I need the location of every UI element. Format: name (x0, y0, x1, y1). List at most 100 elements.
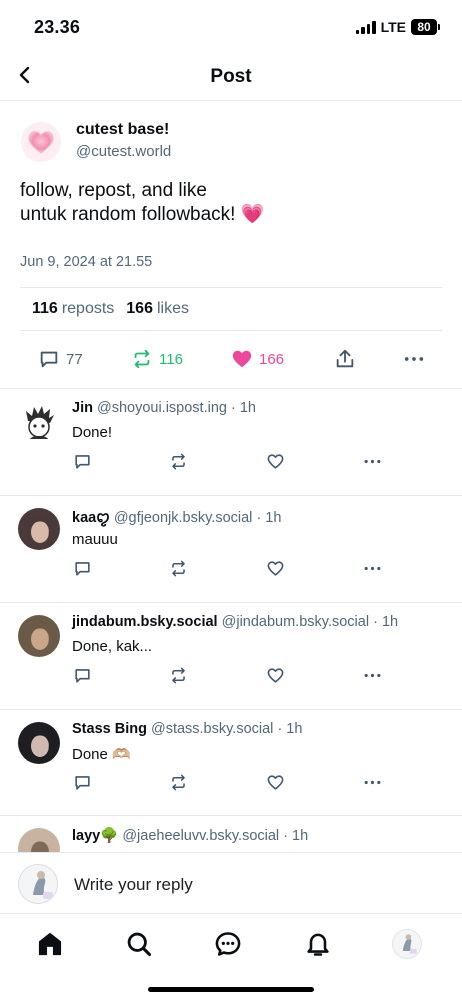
avatar[interactable] (18, 722, 60, 764)
post-actions: 77 116 166 (0, 332, 462, 389)
reply-time: · 1h (277, 721, 303, 737)
post-author[interactable]: cutest base! @cutest.world (20, 121, 440, 171)
reply-actions (72, 665, 392, 687)
avatar (18, 864, 58, 904)
reply-more-button[interactable] (362, 772, 382, 792)
reply-repost-button[interactable] (168, 558, 188, 578)
tab-chat[interactable] (213, 929, 243, 959)
reply-author-handle[interactable]: @gfjeonjk.bsky.social (114, 510, 253, 526)
tab-profile[interactable] (392, 929, 422, 959)
avatar[interactable] (18, 401, 60, 443)
author-name[interactable]: cutest base! (76, 121, 169, 139)
author-handle[interactable]: @cutest.world (76, 143, 171, 160)
more-icon (404, 357, 424, 361)
repost-icon (134, 349, 150, 369)
search-icon (127, 932, 152, 957)
user-avatar-icon (19, 865, 57, 903)
reply-author-handle[interactable]: @jindabum.bsky.social (222, 614, 369, 630)
reply-more-button[interactable] (362, 665, 382, 685)
reply-button[interactable]: 77 (38, 348, 83, 370)
reply-input[interactable]: Write your reply (74, 875, 193, 895)
reply-author-handle[interactable]: @shoyoui.ispost.ing (97, 400, 227, 416)
reply-time: · 1h (373, 614, 399, 630)
post-text-line: follow, repost, and like (20, 180, 207, 201)
reply-author-handle[interactable]: @stass.bsky.social (151, 721, 273, 737)
repost-icon (171, 560, 185, 576)
avatar[interactable] (18, 508, 60, 550)
reply-actions (72, 451, 392, 473)
comment-icon (40, 351, 58, 368)
reply-like-button[interactable] (265, 451, 285, 471)
page-title: Post (210, 66, 252, 87)
tab-notifications[interactable] (303, 929, 333, 959)
battery-level: 80 (411, 19, 437, 35)
avatar[interactable] (18, 615, 60, 657)
reply-header: Stass Bing @stass.bsky.social · 1h (72, 721, 302, 737)
reply-comment-button[interactable] (72, 665, 92, 685)
reply-author-handle[interactable]: @jaeheeluvv.bsky.social (122, 828, 279, 844)
heart-icon (267, 667, 283, 683)
heart-icon (267, 560, 283, 576)
more-icon (364, 673, 380, 677)
post-text-line: untuk random followback! 💗 (20, 204, 265, 225)
reply-more-button[interactable] (362, 451, 382, 471)
reposts-stat[interactable]: 116 reposts (32, 300, 114, 318)
post-date: Jun 9, 2024 at 21.55 (20, 254, 153, 270)
signal-icon (355, 20, 376, 34)
reply-author-name[interactable]: kaaꨄ︎ (72, 510, 110, 526)
heart-icon (267, 453, 283, 469)
reply-item[interactable]: Jin @shoyoui.ispost.ing · 1h Done! (0, 389, 462, 496)
repost-button[interactable]: 116 (131, 348, 183, 370)
avatar[interactable] (20, 121, 62, 163)
reply-comment-button[interactable] (72, 451, 92, 471)
reposts-count: 116 (32, 300, 58, 317)
reply-author-name[interactable]: Jin (72, 400, 93, 416)
reply-count: 77 (66, 350, 83, 368)
reply-repost-button[interactable] (168, 451, 188, 471)
reply-time: · 1h (231, 400, 256, 416)
reply-text: mauuu (72, 531, 118, 548)
reposts-label: reposts (61, 300, 115, 317)
comment-icon (74, 454, 90, 469)
reply-item[interactable]: Stass Bing @stass.bsky.social · 1h Done … (0, 710, 462, 816)
share-button[interactable] (334, 348, 356, 370)
reply-comment-button[interactable] (72, 558, 92, 578)
reply-author-name[interactable]: Stass Bing (72, 721, 147, 737)
likes-label: likes (156, 300, 189, 317)
home-indicator (148, 987, 314, 992)
chat-icon (215, 932, 241, 956)
reply-comment-button[interactable] (72, 772, 92, 792)
heart-filled-icon (232, 350, 252, 368)
likes-count: 166 (126, 300, 153, 317)
reply-actions (72, 558, 392, 580)
tab-search[interactable] (124, 929, 154, 959)
share-icon (336, 349, 354, 368)
likes-stat[interactable]: 166 likes (126, 300, 189, 318)
tab-home[interactable] (35, 929, 65, 959)
reply-header: jindabum.bsky.social @jindabum.bsky.soci… (72, 614, 398, 630)
reply-composer[interactable]: Write your reply (0, 852, 462, 914)
reply-repost-button[interactable] (168, 665, 188, 685)
reply-time: · 1h (256, 510, 282, 526)
status-indicators: LTE 80 (355, 19, 440, 35)
comment-icon (74, 561, 90, 576)
reply-item[interactable]: jindabum.bsky.social @jindabum.bsky.soci… (0, 603, 462, 710)
reply-like-button[interactable] (265, 665, 285, 685)
more-icon (364, 780, 380, 784)
comment-icon (74, 775, 90, 790)
reply-text: Done 🫶🏼 (72, 746, 131, 763)
reply-author-name[interactable]: jindabum.bsky.social (72, 614, 218, 630)
like-button[interactable]: 166 (231, 348, 284, 370)
post-text: follow, repost, and like untuk random fo… (20, 179, 440, 227)
reply-more-button[interactable] (362, 558, 382, 578)
battery-icon: 80 (411, 19, 440, 35)
reply-actions (72, 772, 392, 794)
reply-text: Done! (72, 424, 113, 441)
reply-like-button[interactable] (265, 772, 285, 792)
more-options-button[interactable] (403, 348, 425, 370)
reply-item[interactable]: kaaꨄ︎ @gfjeonjk.bsky.social · 1h mauuu (0, 496, 462, 603)
reply-like-button[interactable] (265, 558, 285, 578)
status-time: 23.36 (34, 17, 81, 37)
reply-author-name[interactable]: layy🌳 (72, 828, 118, 844)
reply-repost-button[interactable] (168, 772, 188, 792)
